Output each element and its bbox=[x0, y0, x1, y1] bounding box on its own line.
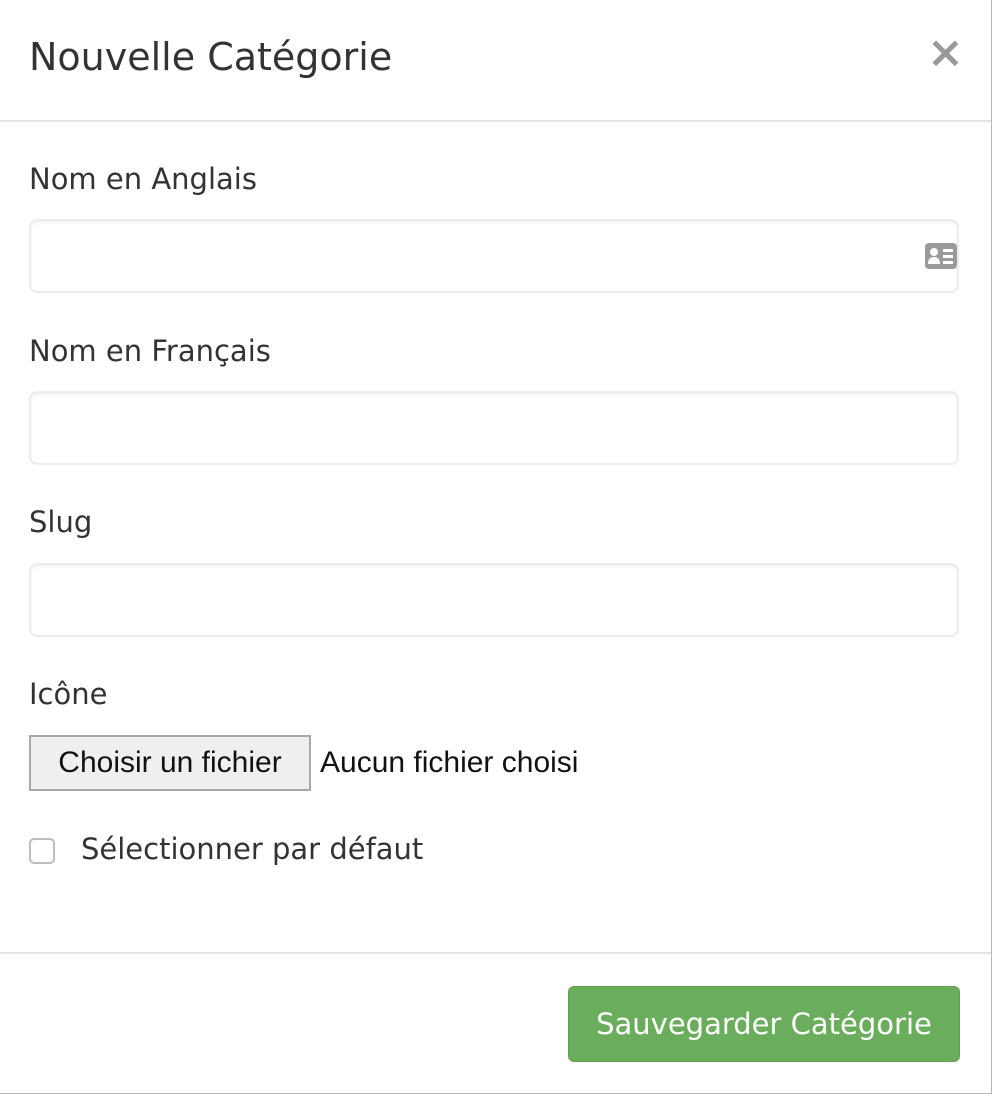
icon-label: Icône bbox=[29, 677, 108, 711]
default-checkbox[interactable] bbox=[29, 838, 55, 864]
modal-header: Nouvelle Catégorie × bbox=[0, 0, 991, 122]
name-en-input[interactable] bbox=[29, 219, 959, 293]
save-category-button[interactable]: Sauvegarder Catégorie bbox=[568, 986, 960, 1062]
choose-file-button[interactable]: Choisir un fichier bbox=[29, 735, 311, 791]
default-checkbox-label[interactable]: Sélectionner par défaut bbox=[81, 830, 423, 868]
close-icon[interactable]: × bbox=[927, 30, 964, 76]
modal-footer-divider bbox=[0, 952, 991, 954]
modal-title: Nouvelle Catégorie bbox=[29, 35, 393, 79]
slug-label: Slug bbox=[29, 505, 93, 539]
file-status-text: Aucun fichier choisi bbox=[320, 746, 579, 779]
contact-card-icon bbox=[925, 243, 957, 269]
slug-input[interactable] bbox=[29, 563, 959, 637]
name-en-label: Nom en Anglais bbox=[29, 162, 257, 196]
new-category-modal: Nouvelle Catégorie × Nom en Anglais Nom … bbox=[0, 0, 992, 1094]
name-fr-input[interactable] bbox=[29, 391, 959, 465]
name-fr-label: Nom en Français bbox=[29, 334, 271, 368]
